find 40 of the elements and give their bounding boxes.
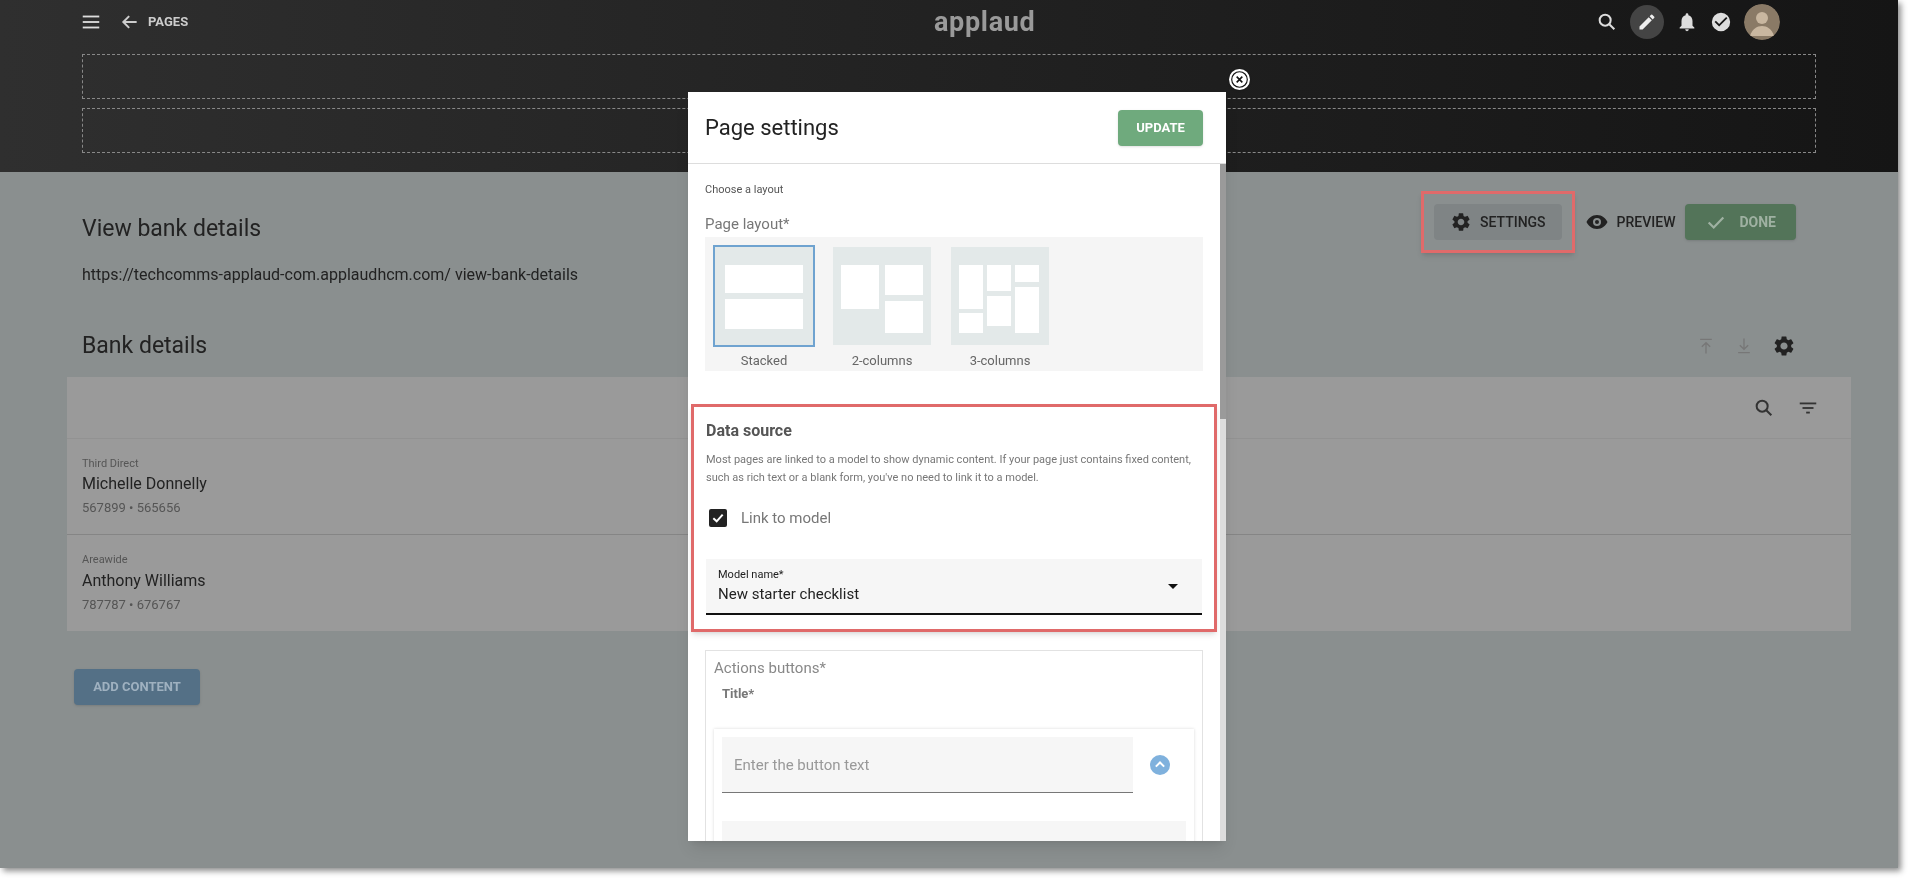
layout-option[interactable]: 3-columns <box>949 245 1051 371</box>
bank-name: Third Direct <box>82 455 139 472</box>
actions-subtitle: Title* <box>722 684 756 703</box>
section-title: Bank details <box>82 330 208 361</box>
page-title: View bank details <box>82 214 263 244</box>
model-name-select[interactable]: Model name* New starter checklist <box>706 559 1202 615</box>
section-settings-icon <box>1772 333 1796 358</box>
link-to-model-checkbox[interactable] <box>709 508 727 527</box>
layout-label: Page layout* <box>705 213 791 235</box>
layout-option[interactable]: 2-columns <box>831 245 933 371</box>
account-holder: Michelle Donnelly <box>82 473 207 495</box>
layout-thumbnail-icon <box>715 247 813 345</box>
search-icon[interactable] <box>1596 11 1618 33</box>
layout-thumbnail-icon <box>951 247 1049 345</box>
model-name-value: New starter checklist <box>718 584 860 605</box>
pencil-icon <box>1637 12 1657 32</box>
actions-title: Actions buttons* <box>714 658 827 679</box>
scrollbar[interactable] <box>1220 164 1226 841</box>
settings-button[interactable]: SETTINGS <box>1433 204 1562 240</box>
dialog-title: Page settings <box>705 114 839 142</box>
account-numbers: 567899 • 565656 <box>82 499 181 517</box>
layout-thumbnail-icon <box>833 247 931 345</box>
model-name-label: Model name* <box>718 566 785 583</box>
dropdown-caret-icon <box>1168 583 1178 589</box>
logo: applaud <box>934 4 1036 40</box>
data-source-description: Most pages are linked to a model to show dynamic content. If your page just contains fixed content, such as rich text or a blank form, you've no need to link it to a model. <box>706 451 1192 486</box>
avatar[interactable] <box>1744 4 1780 40</box>
bank-name: Areawide <box>82 552 128 568</box>
gear-icon <box>1449 211 1472 233</box>
preview-button[interactable]: PREVIEW <box>1580 204 1680 240</box>
layout-hint: Choose a layout <box>705 182 785 198</box>
account-holder: Anthony Williams <box>82 569 206 592</box>
page-url: https://techcomms-applaud-com.applaudhcm.com/ view-bank-details <box>82 263 579 286</box>
account-numbers: 787787 • 676767 <box>82 595 181 614</box>
data-source-title: Data source <box>706 419 793 442</box>
button-text-field[interactable]: Enter the button text <box>722 737 1133 793</box>
back-link[interactable]: PAGES <box>120 12 189 32</box>
close-icon <box>1231 71 1248 88</box>
edit-button[interactable] <box>1630 5 1664 39</box>
link-to-model-label: Link to model <box>741 507 832 529</box>
